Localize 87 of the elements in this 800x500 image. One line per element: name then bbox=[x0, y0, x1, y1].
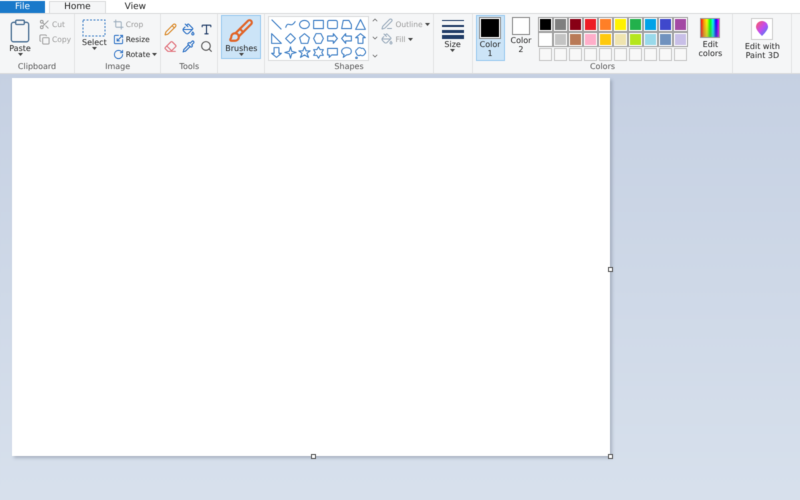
pencil-icon[interactable] bbox=[164, 23, 178, 36]
curve-shape-icon[interactable] bbox=[284, 18, 298, 31]
resize-handle[interactable] bbox=[608, 267, 613, 272]
brush-icon bbox=[228, 18, 254, 44]
rect-callout-shape-icon[interactable] bbox=[326, 46, 340, 59]
group-label: Tools bbox=[178, 61, 200, 73]
palette-swatch[interactable] bbox=[614, 18, 628, 31]
caret-icon bbox=[92, 47, 97, 50]
palette-swatch[interactable] bbox=[659, 33, 672, 46]
line-thickness-icon bbox=[440, 18, 465, 40]
palette-swatch[interactable] bbox=[629, 18, 642, 31]
dashed-rectangle-icon bbox=[82, 18, 106, 38]
diamond-shape-icon[interactable] bbox=[284, 32, 298, 45]
rotate-icon bbox=[112, 48, 124, 60]
left-arrow-shape-icon[interactable] bbox=[340, 32, 354, 45]
expand-icon bbox=[371, 52, 380, 60]
paint-drop-icon bbox=[751, 18, 774, 40]
line-shape-icon[interactable] bbox=[270, 18, 284, 31]
palette-swatch[interactable] bbox=[599, 18, 612, 31]
group-label: Clipboard bbox=[16, 61, 58, 73]
right-arrow-shape-icon[interactable] bbox=[326, 32, 340, 45]
text-icon[interactable] bbox=[200, 23, 214, 36]
oval-callout-shape-icon[interactable] bbox=[340, 46, 354, 59]
palette-swatch[interactable] bbox=[614, 33, 628, 46]
magnifier-icon[interactable] bbox=[200, 40, 214, 53]
caret-icon bbox=[152, 52, 158, 56]
palette-swatch[interactable] bbox=[674, 18, 688, 31]
resize-icon bbox=[112, 34, 124, 44]
cloud-callout-shape-icon[interactable] bbox=[354, 46, 368, 59]
palette-swatch[interactable] bbox=[659, 18, 672, 31]
down-arrow-shape-icon[interactable] bbox=[270, 46, 284, 59]
four-point-star-shape-icon[interactable] bbox=[284, 46, 298, 59]
caret-icon bbox=[238, 53, 244, 56]
spectrum-icon bbox=[700, 18, 720, 38]
palette-swatch[interactable] bbox=[644, 33, 658, 46]
rectangle-shape-icon[interactable] bbox=[312, 18, 326, 31]
palette-swatch[interactable] bbox=[674, 33, 688, 46]
palette-swatch[interactable] bbox=[539, 18, 552, 31]
palette-swatch[interactable] bbox=[644, 18, 658, 31]
brushes-button[interactable]: Brushes bbox=[221, 15, 262, 59]
scroll-down-icon bbox=[371, 34, 380, 42]
palette-swatch[interactable] bbox=[569, 18, 582, 31]
bucket-icon[interactable] bbox=[182, 23, 196, 36]
bucket-icon bbox=[381, 33, 394, 45]
crop-icon bbox=[112, 18, 124, 30]
eraser-icon[interactable] bbox=[164, 40, 178, 53]
size-button[interactable]: Size bbox=[436, 15, 469, 55]
hexagon-shape-icon[interactable] bbox=[312, 32, 326, 45]
group-label: Colors bbox=[588, 61, 616, 73]
palette-swatch[interactable] bbox=[554, 33, 568, 46]
palette-swatch[interactable] bbox=[584, 18, 598, 31]
caret-icon bbox=[424, 22, 430, 26]
palette-swatch[interactable] bbox=[569, 33, 582, 46]
paint-3d-button[interactable]: Edit with Paint 3D bbox=[736, 15, 788, 63]
palette-swatch[interactable] bbox=[584, 33, 598, 46]
pipette-icon[interactable] bbox=[182, 40, 196, 53]
edit-colors-button[interactable]: Edit colors bbox=[691, 15, 730, 61]
six-point-star-shape-icon[interactable] bbox=[312, 46, 326, 59]
caret-icon bbox=[18, 53, 22, 56]
group-label: Image bbox=[104, 61, 132, 73]
polygon-shape-icon[interactable] bbox=[340, 18, 354, 31]
oval-shape-icon[interactable] bbox=[298, 18, 312, 31]
pentagon-shape-icon[interactable] bbox=[298, 32, 312, 45]
up-arrow-shape-icon[interactable] bbox=[354, 32, 368, 45]
palette-swatch[interactable] bbox=[554, 18, 568, 31]
color-slot-button[interactable]: Color 2 bbox=[506, 15, 536, 57]
triangle-shape-icon[interactable] bbox=[354, 18, 368, 31]
right-triangle-shape-icon[interactable] bbox=[270, 32, 284, 45]
five-point-star-shape-icon[interactable] bbox=[298, 46, 312, 59]
paste-button[interactable]: Paste bbox=[3, 15, 37, 59]
caret-icon bbox=[450, 49, 456, 52]
resize-handle[interactable] bbox=[608, 454, 613, 459]
group-label: Shapes bbox=[333, 61, 365, 73]
rounded-rectangle-shape-icon[interactable] bbox=[326, 18, 340, 31]
select-button[interactable]: Select bbox=[78, 15, 111, 53]
palette-swatch[interactable] bbox=[629, 33, 642, 46]
ribbon-tab[interactable]: Home bbox=[49, 1, 106, 13]
scroll-up-icon bbox=[371, 16, 380, 24]
copy-icon bbox=[39, 34, 50, 44]
file-menu-tab[interactable]: File bbox=[0, 1, 46, 13]
resize-handle[interactable] bbox=[311, 454, 316, 459]
palette-swatch[interactable] bbox=[599, 33, 612, 46]
scissors-icon bbox=[39, 18, 50, 30]
color-slot-button[interactable]: Color 1 bbox=[476, 15, 504, 61]
pen-icon bbox=[381, 18, 394, 30]
palette-swatch[interactable] bbox=[539, 33, 552, 46]
caret-icon bbox=[408, 38, 412, 40]
